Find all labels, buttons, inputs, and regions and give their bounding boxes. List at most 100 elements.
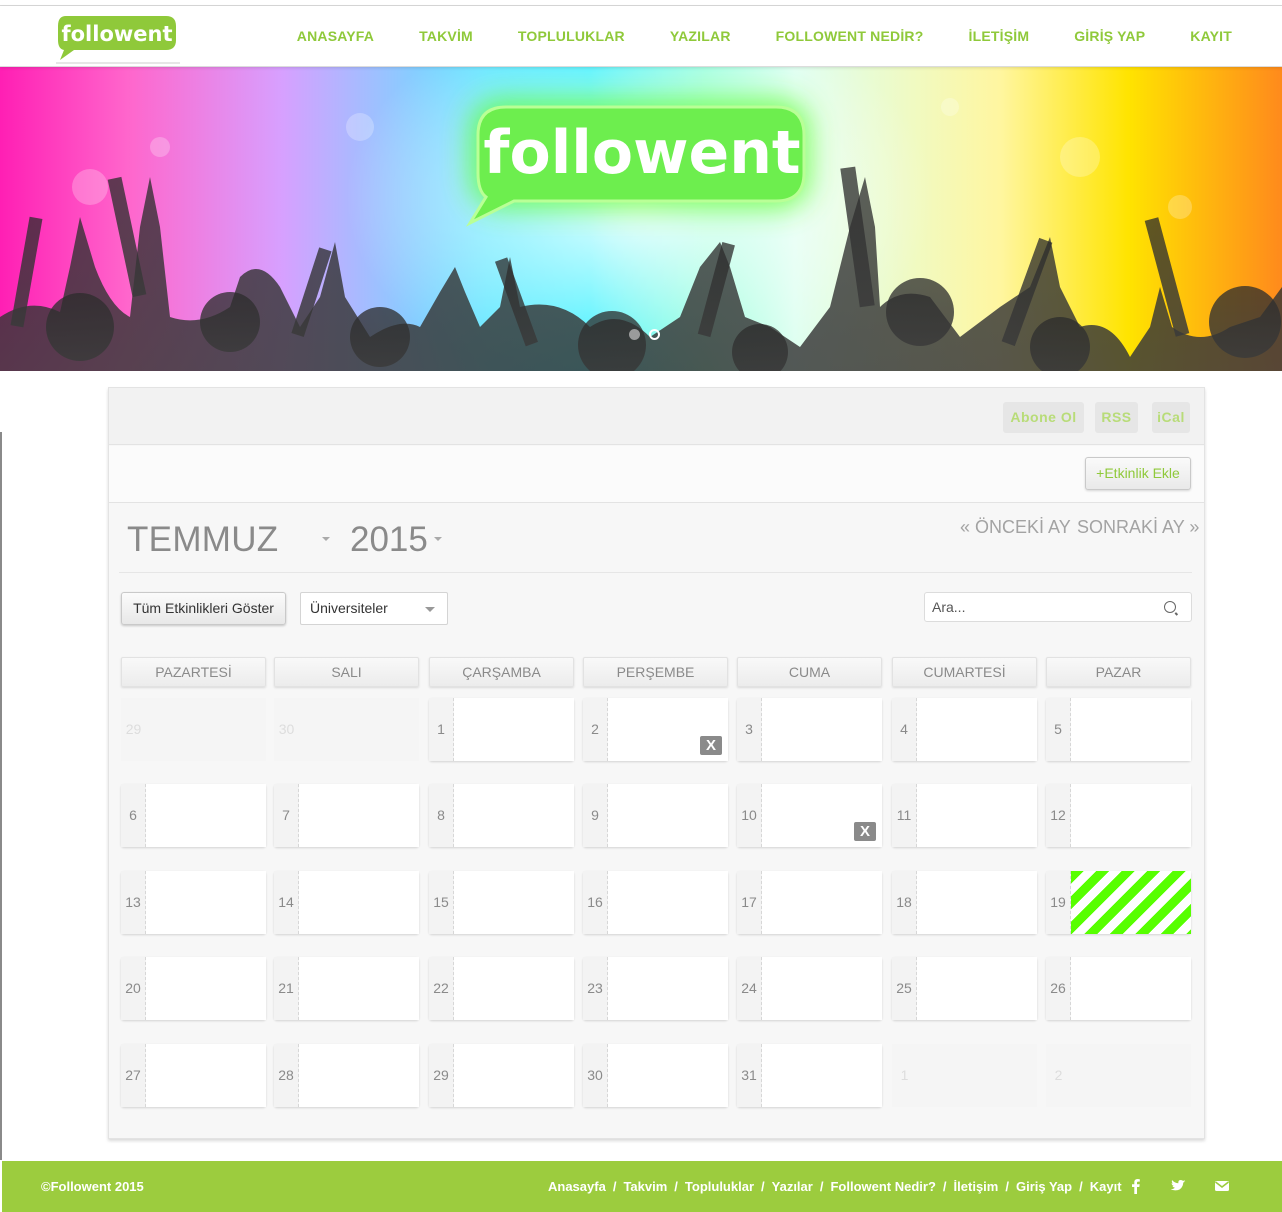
- footer-link[interactable]: Followent Nedir?: [830, 1179, 935, 1194]
- day-event-area[interactable]: [608, 957, 728, 1020]
- nav-link-7[interactable]: GİRİŞ YAP: [1074, 28, 1145, 44]
- day-cell-today[interactable]: 19: [1046, 871, 1191, 934]
- ical-button[interactable]: iCal: [1152, 402, 1190, 433]
- day-cell[interactable]: 25: [892, 957, 1037, 1020]
- footer-link[interactable]: Yazılar: [772, 1179, 813, 1194]
- day-cell[interactable]: 26: [1046, 957, 1191, 1020]
- day-cell[interactable]: 14: [274, 871, 419, 934]
- day-event-area[interactable]: [299, 871, 419, 934]
- day-event-area[interactable]: [146, 698, 266, 761]
- nav-link-4[interactable]: YAZILAR: [670, 28, 731, 44]
- year-selector[interactable]: 2015: [350, 520, 428, 560]
- day-cell-outside-month[interactable]: 2: [1046, 1044, 1191, 1107]
- day-event-area[interactable]: [454, 957, 574, 1020]
- previous-month-link[interactable]: « ÖNCEKİ AY: [960, 517, 1071, 538]
- day-event-area[interactable]: [454, 698, 574, 761]
- rss-button[interactable]: RSS: [1095, 402, 1138, 433]
- twitter-icon[interactable]: [1169, 1177, 1187, 1195]
- day-event-area[interactable]: [1071, 784, 1191, 847]
- nav-link-8[interactable]: KAYIT: [1190, 28, 1232, 44]
- day-event-area[interactable]: [1071, 871, 1191, 934]
- day-cell[interactable]: 28: [274, 1044, 419, 1107]
- show-all-events-button[interactable]: Tüm Etkinlikleri Göster: [121, 592, 286, 625]
- day-cell[interactable]: 24: [737, 957, 882, 1020]
- day-cell[interactable]: 13: [121, 871, 266, 934]
- search-icon[interactable]: [1164, 601, 1176, 613]
- day-cell[interactable]: 30: [583, 1044, 728, 1107]
- day-event-area[interactable]: [917, 957, 1037, 1020]
- day-event-area[interactable]: [917, 698, 1037, 761]
- footer-link[interactable]: İletişim: [954, 1179, 999, 1194]
- day-cell[interactable]: 6: [121, 784, 266, 847]
- subscribe-button[interactable]: Abone Ol: [1003, 402, 1084, 433]
- day-event-area[interactable]: [454, 871, 574, 934]
- month-caret-icon[interactable]: [322, 537, 330, 541]
- day-event-area[interactable]: [146, 957, 266, 1020]
- day-cell[interactable]: 3: [737, 698, 882, 761]
- footer-link[interactable]: Topluluklar: [685, 1179, 754, 1194]
- day-event-area[interactable]: [762, 698, 882, 761]
- day-event-area[interactable]: [299, 1044, 419, 1107]
- day-event-area[interactable]: [146, 1044, 266, 1107]
- day-event-area[interactable]: [608, 1044, 728, 1107]
- day-cell[interactable]: 8: [429, 784, 574, 847]
- day-event-area[interactable]: [299, 784, 419, 847]
- day-event-area[interactable]: [299, 698, 419, 761]
- day-event-area[interactable]: [917, 784, 1037, 847]
- day-cell-outside-month[interactable]: 30: [274, 698, 419, 761]
- day-cell[interactable]: 1: [429, 698, 574, 761]
- day-cell[interactable]: 10 X: [737, 784, 882, 847]
- day-event-area[interactable]: [299, 957, 419, 1020]
- footer-link[interactable]: Kayıt: [1090, 1179, 1122, 1194]
- day-cell[interactable]: 31: [737, 1044, 882, 1107]
- slider-dot-1[interactable]: [629, 329, 640, 340]
- day-cell[interactable]: 15: [429, 871, 574, 934]
- day-cell[interactable]: 7: [274, 784, 419, 847]
- day-cell-outside-month[interactable]: 29: [121, 698, 266, 761]
- day-event-area[interactable]: [146, 871, 266, 934]
- nav-link-3[interactable]: TOPLULUKLAR: [518, 28, 625, 44]
- day-event-area[interactable]: [762, 957, 882, 1020]
- day-event-area[interactable]: [146, 784, 266, 847]
- next-month-link[interactable]: SONRAKİ AY »: [1077, 517, 1199, 538]
- footer-link[interactable]: Giriş Yap: [1016, 1179, 1072, 1194]
- day-event-area[interactable]: [1071, 1044, 1191, 1107]
- day-cell[interactable]: 4: [892, 698, 1037, 761]
- day-cell[interactable]: 27: [121, 1044, 266, 1107]
- day-event-area[interactable]: [454, 784, 574, 847]
- day-cell[interactable]: 21: [274, 957, 419, 1020]
- mail-icon[interactable]: [1213, 1177, 1231, 1195]
- day-cell[interactable]: 18: [892, 871, 1037, 934]
- day-cell[interactable]: 9: [583, 784, 728, 847]
- close-icon[interactable]: X: [854, 822, 876, 841]
- facebook-icon[interactable]: [1127, 1177, 1145, 1195]
- nav-link-1[interactable]: ANASAYFA: [297, 28, 374, 44]
- nav-link-5[interactable]: FOLLOWENT NEDİR?: [776, 28, 924, 44]
- day-cell[interactable]: 12: [1046, 784, 1191, 847]
- day-cell[interactable]: 29: [429, 1044, 574, 1107]
- add-event-button[interactable]: +Etkinlik Ekle: [1085, 457, 1191, 490]
- day-cell[interactable]: 17: [737, 871, 882, 934]
- slider-dot-2-active[interactable]: [649, 329, 660, 340]
- day-cell[interactable]: 5: [1046, 698, 1191, 761]
- day-event-area[interactable]: [1071, 698, 1191, 761]
- day-cell[interactable]: 16: [583, 871, 728, 934]
- day-event-area[interactable]: [762, 871, 882, 934]
- day-cell[interactable]: 20: [121, 957, 266, 1020]
- month-selector[interactable]: TEMMUZ: [127, 520, 279, 560]
- day-cell[interactable]: 22: [429, 957, 574, 1020]
- footer-link[interactable]: Anasayfa: [548, 1179, 606, 1194]
- day-event-area[interactable]: [608, 784, 728, 847]
- close-icon[interactable]: X: [700, 736, 722, 755]
- category-select[interactable]: Üniversiteler: [300, 592, 448, 625]
- day-event-area[interactable]: [454, 1044, 574, 1107]
- day-event-area[interactable]: [1071, 957, 1191, 1020]
- day-cell[interactable]: 23: [583, 957, 728, 1020]
- day-event-area[interactable]: [917, 871, 1037, 934]
- year-caret-icon[interactable]: [434, 537, 442, 541]
- day-cell[interactable]: 11: [892, 784, 1037, 847]
- day-cell-outside-month[interactable]: 1: [892, 1044, 1037, 1107]
- day-event-area[interactable]: [917, 1044, 1037, 1107]
- nav-link-2[interactable]: TAKVİM: [419, 28, 473, 44]
- footer-link[interactable]: Takvim: [623, 1179, 667, 1194]
